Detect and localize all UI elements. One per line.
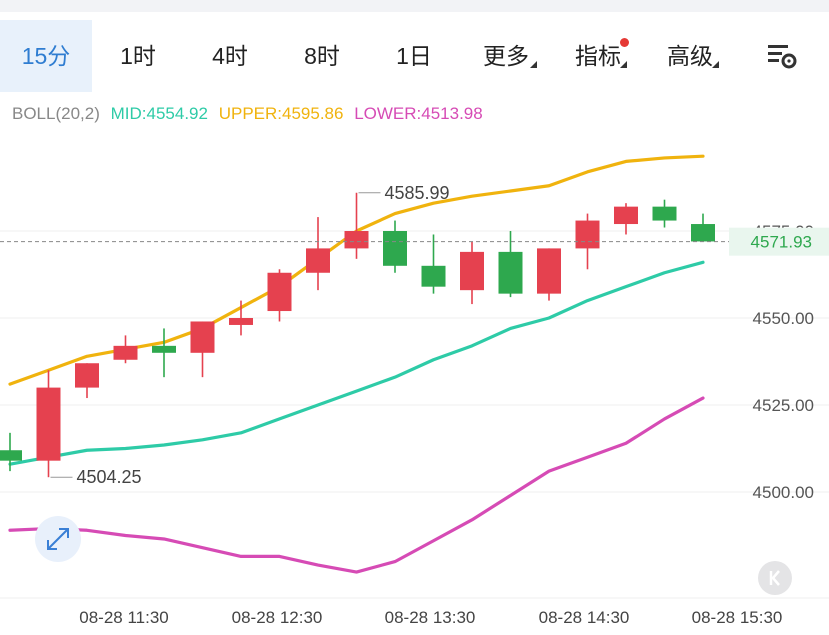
candle-body [614,206,638,225]
candle-body [190,321,215,353]
candle-body [75,363,99,388]
candle-body [0,450,22,461]
candle-body [575,220,600,249]
candle-body [421,265,446,287]
candle-body [498,251,523,294]
candle-body [113,345,138,360]
candle-body [460,251,484,291]
candlestick-chart[interactable]: 4500.004525.004550.004575.00 4585.994504… [0,0,829,635]
candle-body [267,272,292,312]
expand-arrows-icon [47,528,69,550]
x-tick-label: 08-28 14:30 [539,608,630,627]
x-tick-label: 08-28 12:30 [232,608,323,627]
candle-body [537,248,561,294]
extreme-price-label: 4585.99 [385,183,450,203]
k-arrow-icon [769,570,780,586]
candle-body [383,231,407,266]
y-tick-label: 4550.00 [753,309,814,328]
boll-mid-line [8,260,705,466]
extreme-price-label: 4504.25 [77,467,142,487]
expand-button[interactable] [35,516,81,562]
candle-body [344,231,369,249]
y-tick-label: 4525.00 [753,396,814,415]
last-price-label: 4571.93 [751,233,812,252]
x-tick-label: 08-28 15:30 [692,608,783,627]
candle-body [306,248,330,273]
candle-body [691,224,715,242]
x-tick-label: 08-28 11:30 [79,608,168,627]
candle-body [652,206,677,221]
y-tick-label: 4500.00 [753,483,814,502]
candle-body [36,387,61,461]
candle-body [229,318,253,325]
scroll-to-latest-button[interactable] [758,561,792,595]
x-tick-label: 08-28 13:30 [385,608,476,627]
candle-body [152,345,176,353]
